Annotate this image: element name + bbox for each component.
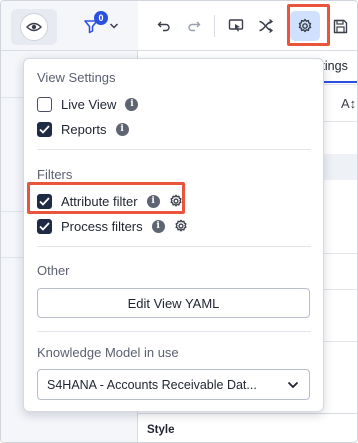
info-icon[interactable]: i <box>125 97 139 111</box>
view-settings-title: View Settings <box>37 70 116 85</box>
sort-icon[interactable]: A↕ <box>341 96 356 111</box>
process-filters-checkbox[interactable] <box>37 218 52 234</box>
section-divider <box>37 246 311 247</box>
reports-checkbox[interactable] <box>37 121 52 137</box>
eye-icon <box>20 13 48 41</box>
knowledge-model-title: Knowledge Model in use <box>37 345 179 360</box>
info-icon[interactable]: i <box>115 122 129 136</box>
style-section-label: Style <box>147 424 175 436</box>
view-toggle-button[interactable] <box>11 9 57 45</box>
reports-option[interactable]: Reports i <box>37 119 129 139</box>
redo-button[interactable] <box>182 14 206 38</box>
settings-highlight-box <box>287 4 330 46</box>
process-filters-option[interactable]: Process filters i <box>37 216 188 236</box>
process-filters-label: Process filters <box>61 218 143 234</box>
present-button[interactable] <box>224 14 248 38</box>
check-icon <box>39 221 50 231</box>
view-settings-menu: View Settings Live View i Reports i Filt… <box>23 58 324 412</box>
process-filters-settings-button[interactable] <box>174 219 188 233</box>
knowledge-model-select[interactable]: S4HANA - Accounts Receivable Dat... <box>37 369 310 400</box>
live-view-checkbox[interactable] <box>37 96 52 112</box>
redo-icon <box>188 21 201 32</box>
filter-count-badge: 0 <box>94 11 108 25</box>
filters-title: Filters <box>37 167 73 182</box>
live-view-option[interactable]: Live View i <box>37 94 139 114</box>
section-divider <box>37 331 311 332</box>
edit-view-yaml-button[interactable]: Edit View YAML <box>37 288 310 318</box>
left-toolbar: 0 <box>1 1 138 51</box>
shuffle-icon <box>259 18 274 34</box>
save-button[interactable] <box>328 14 352 38</box>
info-icon[interactable]: i <box>151 219 165 233</box>
present-icon <box>228 19 244 32</box>
app-frame: 0 ettings A↕ Style View Settings Live Vi… <box>0 0 358 443</box>
other-title: Other <box>37 263 70 278</box>
undo-icon <box>157 21 170 32</box>
style-divider <box>138 413 357 414</box>
toolbar-divider <box>214 15 215 37</box>
chevron-down-icon <box>109 23 119 29</box>
check-icon <box>39 124 50 134</box>
shuffle-button[interactable] <box>254 14 278 38</box>
chevron-down-icon <box>287 381 299 388</box>
undo-button[interactable] <box>152 14 176 38</box>
filter-button[interactable]: 0 <box>83 11 123 39</box>
knowledge-model-value: S4HANA - Accounts Receivable Dat... <box>47 377 257 392</box>
reports-label: Reports <box>61 121 107 137</box>
gear-icon <box>175 219 187 232</box>
attribute-filter-highlight-box <box>27 182 185 214</box>
save-icon <box>333 19 347 33</box>
section-divider <box>37 149 311 150</box>
live-view-label: Live View <box>61 96 117 112</box>
